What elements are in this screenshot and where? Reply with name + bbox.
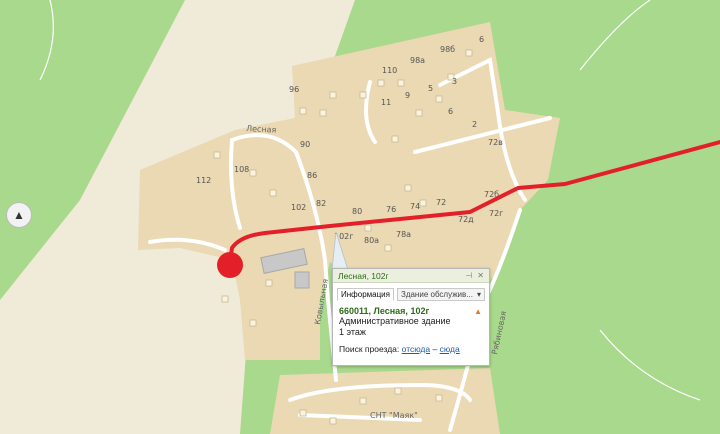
route-search: Поиск проезда: отсюда – сюда bbox=[339, 344, 483, 354]
house-number: 110 bbox=[382, 66, 397, 75]
route-from-link[interactable]: отсюда bbox=[402, 344, 430, 354]
house-number: 5 bbox=[428, 84, 433, 93]
info-popup: Лесная, 102г ⊣ ✕ Информация Здание обслу… bbox=[332, 268, 490, 366]
route-to-link[interactable]: сюда bbox=[440, 344, 460, 354]
house-number: 90 bbox=[300, 140, 310, 149]
location-marker[interactable] bbox=[217, 252, 243, 278]
tab-info[interactable]: Информация bbox=[337, 288, 394, 301]
building-floors: 1 этаж bbox=[339, 327, 366, 337]
house-number: 72д bbox=[458, 215, 474, 224]
house-number: 2 bbox=[472, 120, 477, 129]
house-number: 102 bbox=[291, 203, 306, 212]
popup-controls: ⊣ ✕ bbox=[465, 271, 484, 280]
tab-service-label: Здание обслужив... bbox=[400, 290, 473, 299]
house-number: 72г bbox=[489, 209, 503, 218]
north-arrow-icon[interactable]: ▲ bbox=[6, 202, 32, 228]
grey-building bbox=[294, 271, 310, 289]
house-number: 72 bbox=[436, 198, 446, 207]
warning-icon[interactable]: ▲ bbox=[474, 307, 482, 316]
house-number: 98б bbox=[440, 45, 455, 54]
close-icon[interactable]: ✕ bbox=[477, 271, 484, 280]
street-label-snt: СНТ "Маяк" bbox=[370, 411, 418, 420]
house-number: 76 bbox=[386, 205, 396, 214]
popup-body: ▲ 660011, Лесная, 102г Административное … bbox=[333, 301, 489, 354]
house-number: 98а bbox=[410, 56, 425, 65]
house-number: 80 bbox=[352, 207, 362, 216]
house-number: 74 bbox=[410, 202, 420, 211]
street-label-ryabinovaya: Рябиновая bbox=[490, 310, 508, 355]
route-separator: – bbox=[432, 344, 438, 354]
house-number: 3 bbox=[452, 77, 457, 86]
house-number: 6 bbox=[479, 35, 484, 44]
map-canvas[interactable]: 6 98б 110 98а 96 5 3 9 11 6 2 90 72в 112… bbox=[0, 0, 720, 434]
popup-title: Лесная, 102г bbox=[338, 270, 389, 281]
house-number: 112 bbox=[196, 176, 211, 185]
house-number: 11 bbox=[381, 98, 391, 107]
house-number: 6 bbox=[448, 107, 453, 116]
house-number: 72в bbox=[488, 138, 503, 147]
popup-tabs: Информация Здание обслужив... ▾ bbox=[333, 283, 489, 301]
tab-service-select[interactable]: Здание обслужив... ▾ bbox=[396, 288, 485, 301]
house-number: 108 bbox=[234, 165, 249, 174]
house-number: 78а bbox=[396, 230, 411, 239]
chevron-down-icon: ▾ bbox=[476, 290, 481, 299]
popup-header: Лесная, 102г ⊣ ✕ bbox=[333, 269, 489, 283]
building-address: 660011, Лесная, 102г bbox=[339, 306, 430, 316]
house-number: 86 bbox=[307, 171, 317, 180]
building-type: Административное здание bbox=[339, 316, 451, 326]
house-number: 82 bbox=[316, 199, 326, 208]
house-number: 9 bbox=[405, 91, 410, 100]
house-number: 96 bbox=[289, 85, 299, 94]
street-label-lesnaya: Лесная bbox=[246, 124, 277, 135]
house-number: 80а bbox=[364, 236, 379, 245]
route-label: Поиск проезда: bbox=[339, 344, 400, 354]
pin-icon[interactable]: ⊣ bbox=[465, 271, 472, 280]
